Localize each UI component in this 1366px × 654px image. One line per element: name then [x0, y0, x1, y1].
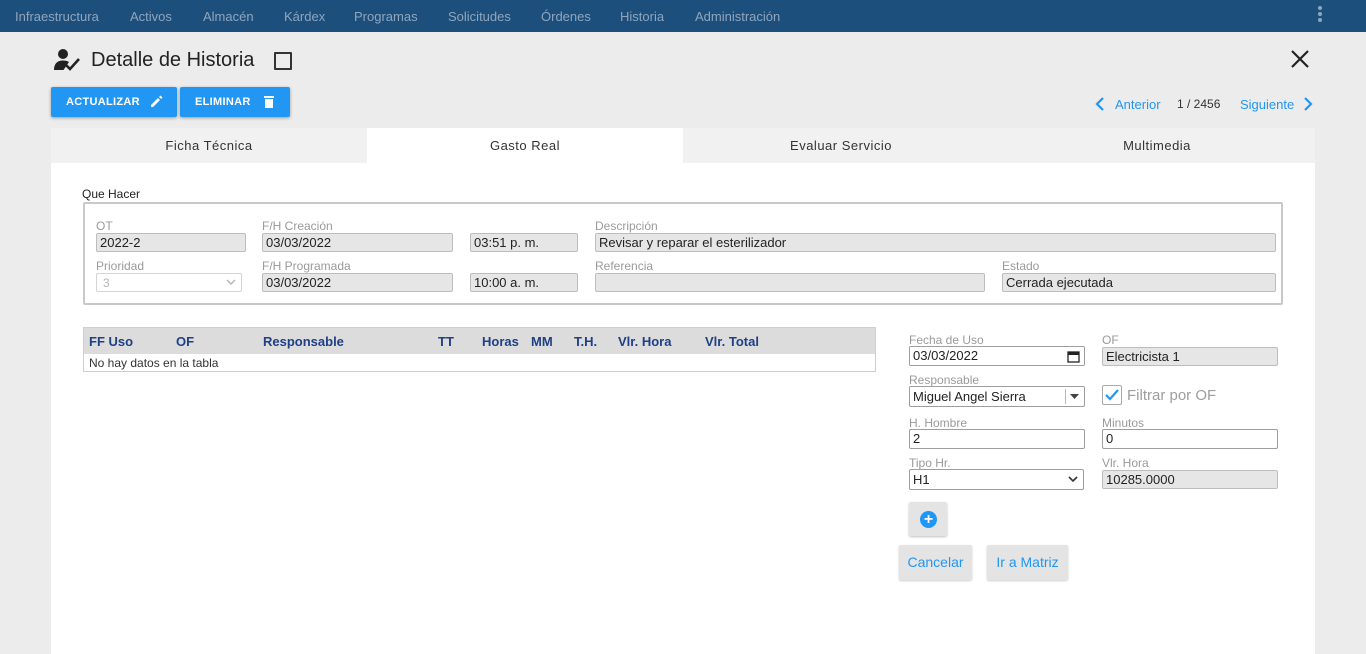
caret-down-icon [1070, 394, 1079, 399]
prioridad-label: Prioridad [96, 259, 145, 273]
delete-button-label: ELIMINAR [195, 96, 251, 108]
col-vlr-hora[interactable]: Vlr. Hora [618, 334, 671, 349]
descripcion-label: Descripción [595, 219, 658, 233]
vlr-hora-field: 10285.0000 [1102, 470, 1278, 489]
nav-item-infraestructura[interactable]: Infraestructura [15, 9, 99, 24]
table-header: FF Uso OF Responsable TT Horas MM T.H. V… [84, 328, 875, 354]
descripcion-field: Revisar y reparar el esterilizador [595, 233, 1276, 252]
of-label: OF [1102, 333, 1119, 347]
h-hombre-input[interactable]: 2 [909, 429, 1085, 449]
tab-gasto-real[interactable]: Gasto Real [367, 128, 683, 163]
tipo-hr-value: H1 [913, 472, 930, 487]
prioridad-select: 3 [96, 273, 242, 292]
go-to-matrix-button[interactable]: Ir a Matriz [987, 545, 1068, 580]
delete-button[interactable]: ELIMINAR [180, 87, 290, 117]
add-button[interactable]: + [909, 502, 947, 536]
tipo-hr-label: Tipo Hr. [909, 456, 951, 470]
creacion-label: F/H Creación [262, 219, 333, 233]
nav-item-historia[interactable]: Historia [620, 9, 664, 24]
col-of[interactable]: OF [176, 334, 194, 349]
programada-label: F/H Programada [262, 259, 351, 273]
responsable-label: Responsable [909, 373, 980, 387]
update-button[interactable]: ACTUALIZAR [51, 87, 177, 117]
nav-item-ordenes[interactable]: Órdenes [541, 9, 591, 24]
check-icon [1105, 389, 1119, 401]
responsable-value: Miguel Angel Sierra [913, 389, 1026, 404]
table-empty-message: No hay datos en la tabla [89, 356, 219, 370]
ot-field: 2022-2 [96, 233, 246, 252]
vlr-hora-label: Vlr. Hora [1102, 456, 1149, 470]
minutos-label: Minutos [1102, 416, 1145, 430]
ot-label: OT [96, 219, 113, 233]
responsable-select[interactable]: Miguel Angel Sierra [909, 386, 1085, 407]
estado-field: Cerrada ejecutada [1002, 273, 1276, 292]
fecha-uso-label: Fecha de Uso [909, 333, 984, 347]
prioridad-value: 3 [103, 276, 110, 290]
chevron-down-icon [1068, 476, 1078, 483]
tab-bar: Ficha Técnica Gasto Real Evaluar Servici… [51, 128, 1315, 163]
col-vlr-total[interactable]: Vlr. Total [705, 334, 759, 349]
fecha-uso-input[interactable]: 03/03/2022 [909, 346, 1085, 366]
nav-item-solicitudes[interactable]: Solicitudes [448, 9, 511, 24]
creacion-time-field: 03:51 p. m. [470, 233, 578, 252]
header-checkbox[interactable] [274, 52, 292, 70]
cancel-button[interactable]: Cancelar [899, 545, 972, 580]
col-tt[interactable]: TT [438, 334, 454, 349]
of-field: Electricista 1 [1102, 347, 1278, 366]
chevron-left-icon[interactable] [1094, 96, 1106, 112]
calendar-icon[interactable] [1067, 350, 1080, 363]
chevron-right-icon[interactable] [1302, 96, 1314, 112]
col-ff-uso[interactable]: FF Uso [89, 334, 133, 349]
col-horas[interactable]: Horas [482, 334, 519, 349]
tab-ficha-tecnica[interactable]: Ficha Técnica [51, 128, 367, 163]
close-icon[interactable] [1288, 47, 1312, 71]
user-check-icon [54, 49, 80, 71]
col-th[interactable]: T.H. [574, 334, 597, 349]
record-counter: 1 / 2456 [1177, 97, 1221, 111]
col-mm[interactable]: MM [531, 334, 553, 349]
filtrar-por-of-checkbox[interactable] [1102, 385, 1122, 405]
estado-label: Estado [1002, 259, 1040, 273]
nav-item-programas[interactable]: Programas [354, 9, 418, 24]
referencia-field [595, 273, 985, 292]
minutos-input[interactable]: 0 [1102, 429, 1278, 449]
next-link[interactable]: Siguiente [1240, 97, 1294, 112]
referencia-label: Referencia [595, 259, 654, 273]
page-title: Detalle de Historia [91, 49, 255, 71]
edit-pencil-icon [151, 95, 163, 107]
nav-item-almacen[interactable]: Almacén [203, 9, 254, 24]
gasto-table: FF Uso OF Responsable TT Horas MM T.H. V… [83, 327, 876, 372]
add-circle-icon: + [920, 511, 937, 528]
creacion-date-field: 03/03/2022 [262, 233, 453, 252]
h-hombre-label: H. Hombre [909, 416, 968, 430]
more-vert-icon[interactable] [1314, 4, 1326, 26]
chevron-down-icon [226, 279, 236, 285]
tab-evaluar-servicio[interactable]: Evaluar Servicio [683, 128, 999, 163]
programada-time-field: 10:00 a. m. [470, 273, 578, 292]
nav-item-activos[interactable]: Activos [130, 9, 172, 24]
update-button-label: ACTUALIZAR [66, 96, 140, 108]
trash-icon [264, 96, 274, 108]
programada-date-field: 03/03/2022 [262, 273, 453, 292]
col-responsable[interactable]: Responsable [263, 334, 344, 349]
que-hacer-label: Que Hacer [82, 187, 141, 201]
nav-item-administracion[interactable]: Administración [695, 9, 780, 24]
tipo-hr-select[interactable]: H1 [909, 469, 1084, 490]
nav-item-kardex[interactable]: Kárdex [284, 9, 325, 24]
fecha-uso-value: 03/03/2022 [913, 348, 979, 363]
previous-link[interactable]: Anterior [1115, 97, 1161, 112]
tab-multimedia[interactable]: Multimedia [999, 128, 1315, 163]
filtrar-por-of-label: Filtrar por OF [1127, 387, 1217, 404]
top-navbar: Infraestructura Activos Almacén Kárdex P… [0, 0, 1366, 32]
